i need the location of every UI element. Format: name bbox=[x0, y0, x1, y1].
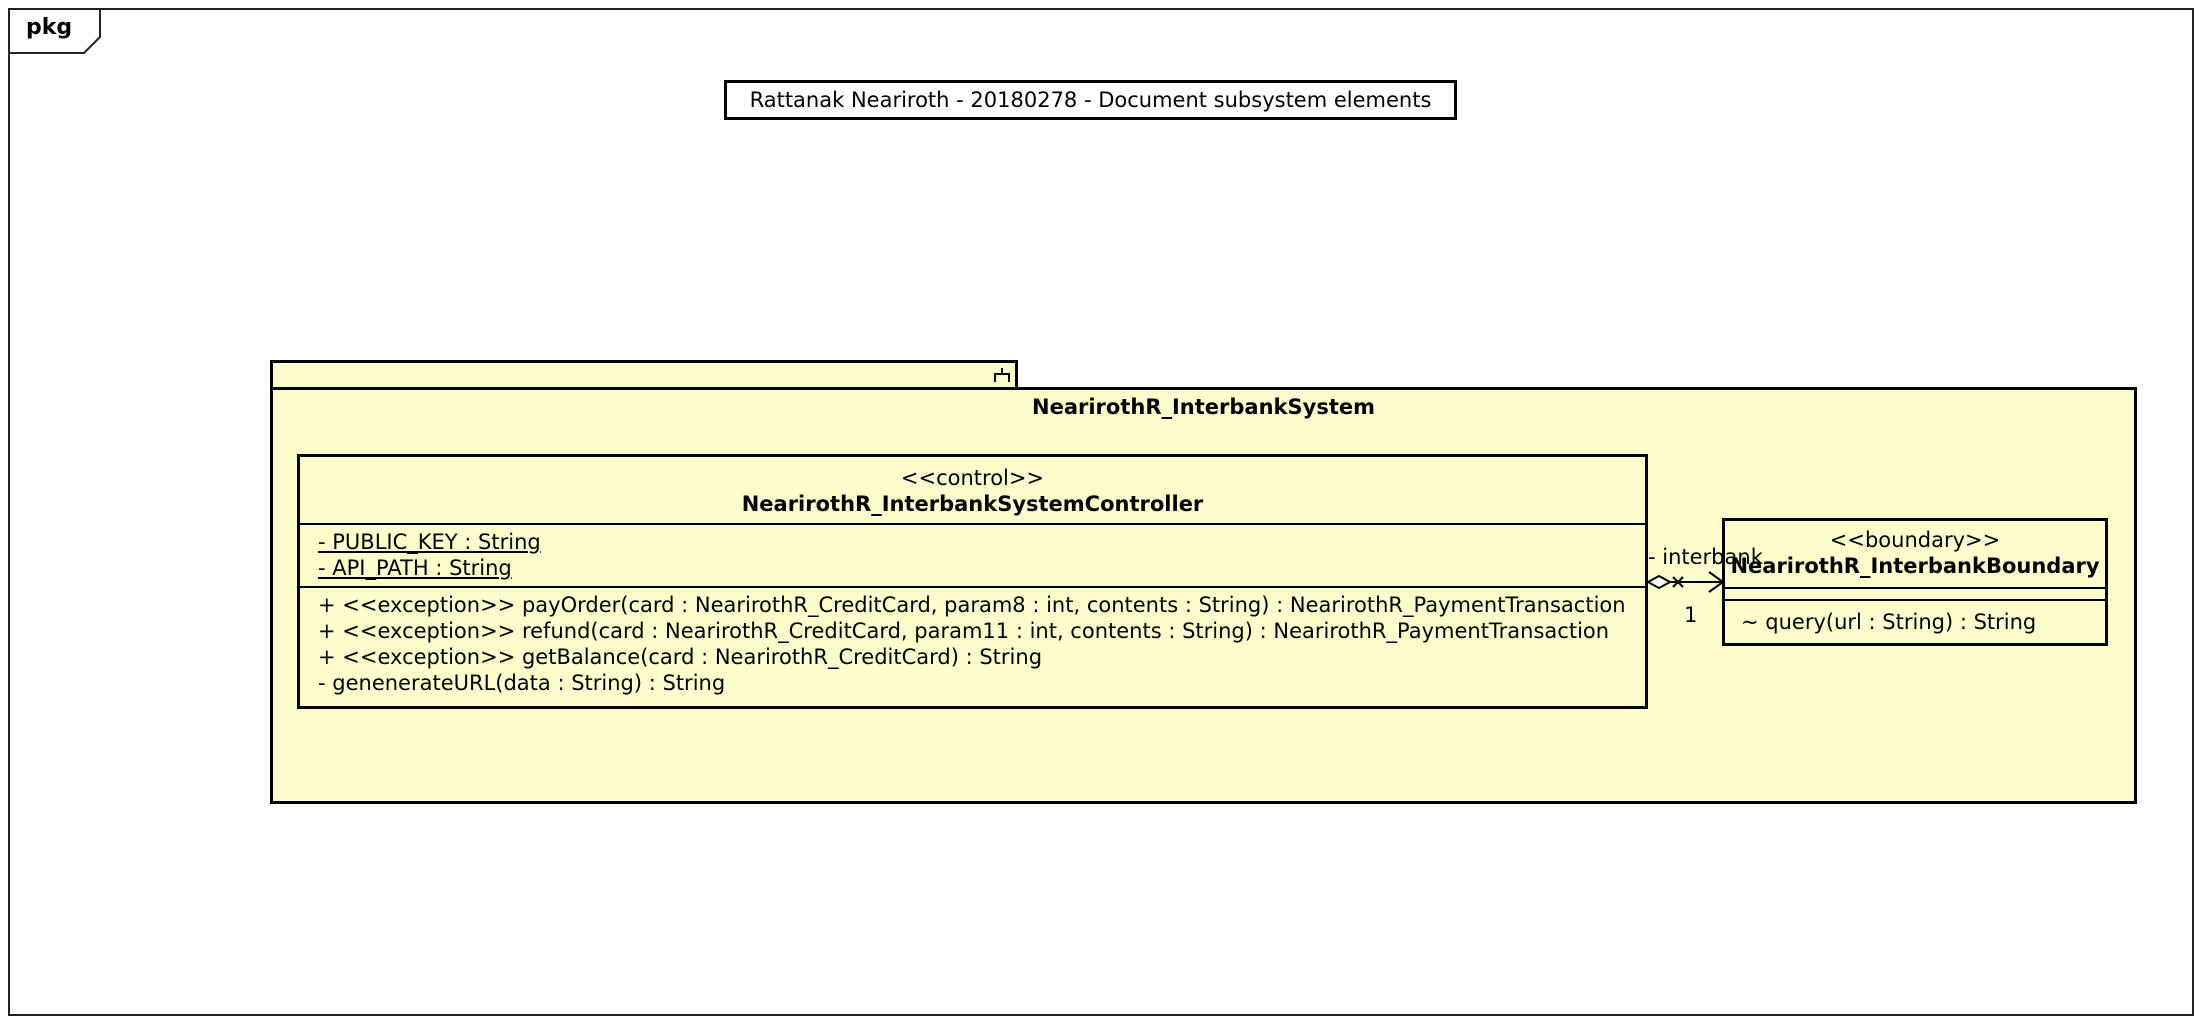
operations-divider bbox=[300, 586, 1645, 588]
controller-name: NearirothR_InterbankSystemController bbox=[741, 492, 1204, 516]
operation-refund: + <<exception>> refund(card : NearirothR… bbox=[318, 619, 1610, 643]
subsystem-fork-icon bbox=[994, 368, 1010, 382]
boundary-stereotype: <<boundary>> bbox=[1829, 528, 2001, 552]
boundary-name: NearirothR_InterbankBoundary bbox=[1730, 554, 2100, 578]
boundary-header: <<boundary>> NearirothR_InterbankBoundar… bbox=[1725, 527, 2105, 579]
title-note-text: Rattanak Neariroth - 20180278 - Document… bbox=[749, 88, 1432, 112]
operation-generate-url: - genenerateURL(data : String) : String bbox=[318, 671, 726, 695]
operation-pay-order: + <<exception>> payOrder(card : Nearirot… bbox=[318, 593, 1626, 617]
controller-class[interactable]: <<control>> NearirothR_InterbankSystemCo… bbox=[297, 454, 1648, 709]
boundary-class[interactable]: <<boundary>> NearirothR_InterbankBoundar… bbox=[1722, 518, 2108, 646]
attributes-divider bbox=[300, 523, 1645, 525]
operation-query: ~ query(url : String) : String bbox=[1741, 610, 2037, 634]
association-role-label: - interbank bbox=[1648, 545, 1763, 569]
attribute-api-path: - API_PATH : String bbox=[318, 556, 512, 580]
package-name: NearirothR_InterbankSystem bbox=[1032, 395, 1375, 419]
controller-stereotype: <<control>> bbox=[900, 466, 1045, 490]
boundary-attributes-divider bbox=[1725, 587, 2105, 589]
title-note[interactable]: Rattanak Neariroth - 20180278 - Document… bbox=[724, 80, 1457, 120]
controller-header: <<control>> NearirothR_InterbankSystemCo… bbox=[300, 465, 1645, 517]
operation-get-balance: + <<exception>> getBalance(card : Nearir… bbox=[318, 645, 1043, 669]
attribute-public-key: - PUBLIC_KEY : String bbox=[318, 530, 541, 554]
boundary-operations-divider bbox=[1725, 599, 2105, 601]
frame-tab-label: pkg bbox=[26, 15, 73, 40]
package-tab[interactable] bbox=[270, 360, 1018, 389]
association-multiplicity: 1 bbox=[1684, 603, 1698, 627]
